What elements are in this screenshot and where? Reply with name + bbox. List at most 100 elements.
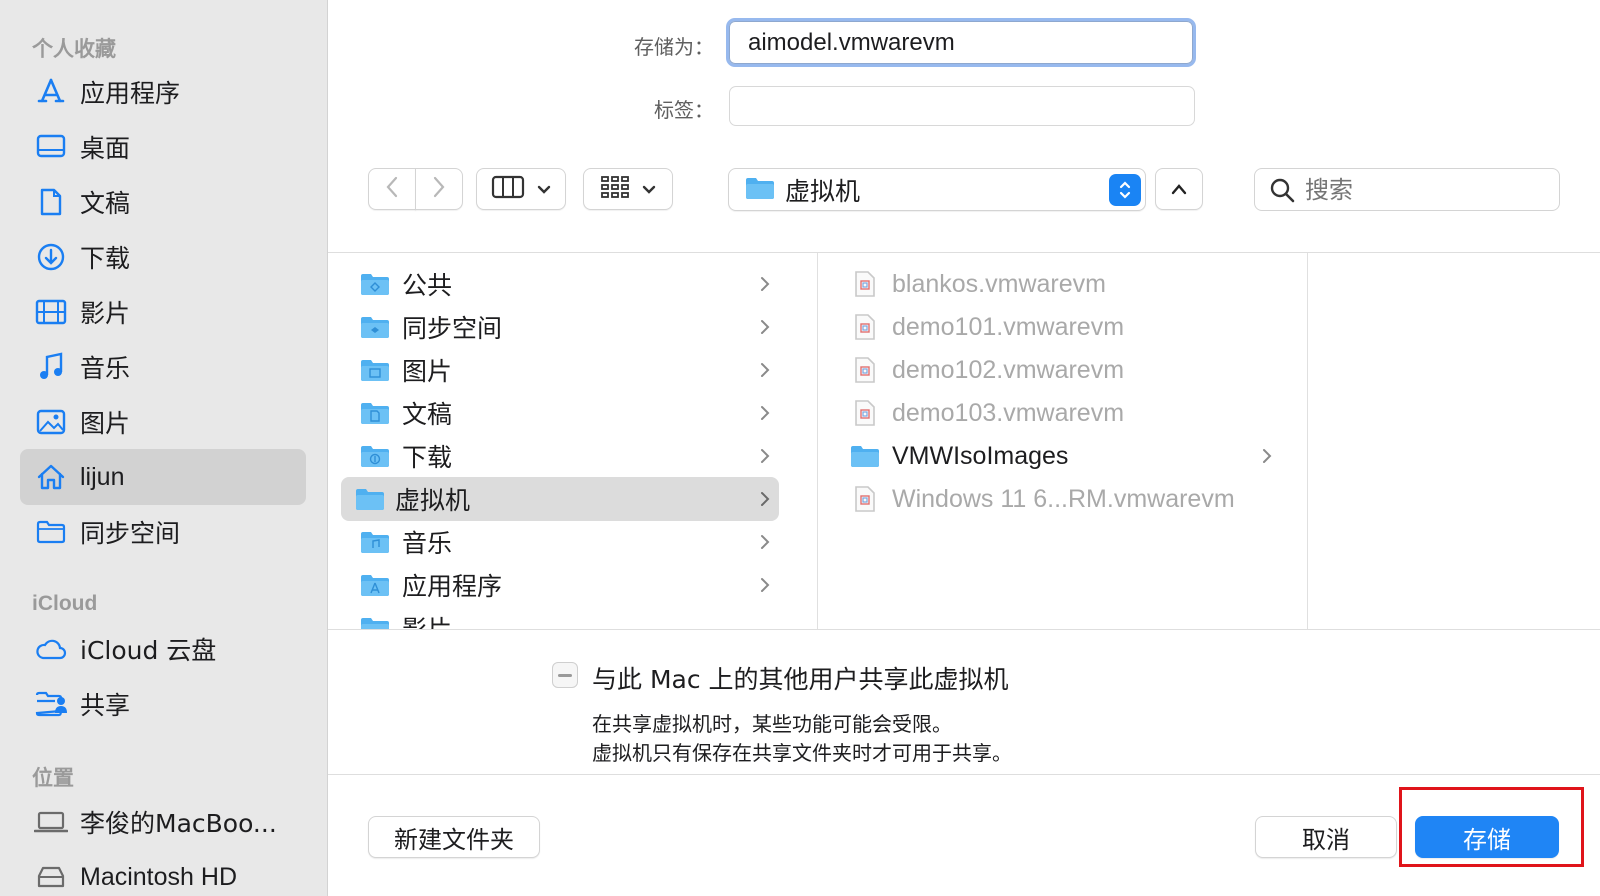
columns-view-icon	[491, 175, 525, 203]
sidebar-item-label: 下载	[80, 244, 131, 273]
share-note-line-2: 虚拟机只有保存在共享文件夹时才可用于共享。	[592, 741, 1012, 765]
list-item-label: blankos.vmwarevm	[892, 269, 1106, 298]
sidebar-item-label: 桌面	[80, 134, 131, 163]
pictures-folder-icon	[360, 357, 390, 383]
save-dialog: 存储为： 标签： 虚拟机 公共	[328, 0, 1600, 896]
sidebar-item-shared[interactable]: 共享	[20, 676, 306, 732]
document-icon	[34, 185, 68, 219]
list-item-label: 公共	[402, 271, 453, 300]
photo-icon	[34, 405, 68, 439]
group-by-button[interactable]	[583, 168, 673, 210]
cloud-icon	[34, 632, 68, 666]
disk-icon	[34, 860, 68, 894]
chevron-right-icon	[758, 532, 772, 552]
list-item-file[interactable]: demo103.vmwarevm	[838, 391, 1288, 435]
list-item-applications[interactable]: 应用程序	[348, 563, 786, 607]
sidebar-item-applications[interactable]: 应用程序	[20, 64, 306, 120]
list-item-pictures[interactable]: 图片	[348, 348, 786, 392]
sync-folder-icon	[360, 314, 390, 340]
sidebar-item-label: 音乐	[80, 354, 131, 383]
sidebar-item-macbook[interactable]: 李俊的MacBoo...	[20, 794, 306, 850]
list-item-label: 文稿	[402, 400, 453, 429]
updown-stepper-icon	[1109, 174, 1141, 206]
chevron-right-icon	[758, 274, 772, 294]
list-item-label: demo102.vmwarevm	[892, 355, 1125, 384]
laptop-icon	[34, 805, 68, 839]
chevron-down-icon	[642, 180, 656, 199]
sidebar-item-label: Macintosh HD	[80, 862, 237, 891]
forward-button[interactable]	[415, 168, 463, 210]
chevron-right-icon	[1260, 446, 1274, 466]
chevron-right-icon	[432, 176, 446, 202]
folder-icon	[34, 515, 68, 549]
vmware-file-icon	[850, 400, 880, 426]
list-item-file[interactable]: blankos.vmwarevm	[838, 262, 1288, 306]
sidebar-item-home[interactable]: lijun	[20, 449, 306, 505]
sidebar: 个人收藏 应用程序 桌面 文稿 下载 影片 音乐 图片 lijun 同步空间 i…	[0, 0, 328, 896]
list-item-label: VMWIsoImages	[892, 441, 1069, 470]
folder-icon	[745, 176, 775, 204]
music-folder-icon	[360, 529, 390, 555]
list-item-public[interactable]: 公共	[348, 262, 786, 306]
tags-input[interactable]	[729, 86, 1195, 126]
save-as-input[interactable]	[729, 21, 1193, 64]
back-button[interactable]	[368, 168, 416, 210]
list-item-file[interactable]: demo101.vmwarevm	[838, 305, 1288, 349]
list-item-label: demo101.vmwarevm	[892, 312, 1125, 341]
sidebar-item-desktop[interactable]: 桌面	[20, 119, 306, 175]
location-popup[interactable]: 虚拟机	[728, 168, 1146, 211]
search-field[interactable]	[1254, 168, 1560, 211]
sidebar-item-music[interactable]: 音乐	[20, 339, 306, 395]
browser-column-home: 公共 同步空间 图片 文稿 下载 虚拟机 音乐 应用程序 影片	[328, 253, 818, 630]
chevron-up-icon	[1171, 180, 1187, 199]
sidebar-section-locations: 位置	[32, 766, 74, 790]
tags-label: 标签：	[654, 98, 714, 122]
sidebar-item-downloads[interactable]: 下载	[20, 229, 306, 285]
share-note-line-1: 在共享虚拟机时，某些功能可能会受限。	[592, 712, 952, 736]
view-mode-columns-button[interactable]	[476, 168, 566, 210]
cancel-button[interactable]: 取消	[1255, 816, 1397, 858]
list-item-file[interactable]: demo102.vmwarevm	[838, 348, 1288, 392]
download-icon	[34, 240, 68, 274]
shared-folder-icon	[34, 687, 68, 721]
list-item-label: 同步空间	[402, 314, 503, 343]
sidebar-section-icloud: iCloud	[32, 592, 98, 615]
sidebar-item-label: 李俊的MacBoo...	[80, 809, 277, 838]
chevron-right-icon	[758, 446, 772, 466]
list-item-music[interactable]: 音乐	[348, 520, 786, 564]
list-item-file[interactable]: Windows 11 6...RM.vmwarevm	[838, 477, 1288, 521]
list-item-virtual-machines[interactable]: 虚拟机	[341, 477, 779, 521]
chevron-right-icon	[758, 575, 772, 595]
chevron-right-icon	[758, 403, 772, 423]
sidebar-item-pictures[interactable]: 图片	[20, 394, 306, 450]
share-checkbox[interactable]	[552, 662, 578, 688]
sidebar-item-documents[interactable]: 文稿	[20, 174, 306, 230]
new-folder-button[interactable]: 新建文件夹	[368, 816, 540, 858]
expand-collapse-button[interactable]	[1155, 168, 1203, 210]
chevron-right-icon	[758, 317, 772, 337]
list-item-downloads[interactable]: 下载	[348, 434, 786, 478]
list-item-label: 影片	[402, 615, 453, 630]
list-item-documents[interactable]: 文稿	[348, 391, 786, 435]
sidebar-item-label: 同步空间	[80, 519, 181, 548]
sidebar-item-sync-space[interactable]: 同步空间	[20, 504, 306, 560]
film-icon	[34, 295, 68, 329]
list-item-label: 图片	[402, 357, 453, 386]
sidebar-item-macintosh-hd[interactable]: Macintosh HD	[20, 849, 306, 896]
chevron-right-icon	[758, 360, 772, 380]
sidebar-item-label: iCloud 云盘	[80, 636, 217, 665]
sidebar-section-favorites: 个人收藏	[32, 37, 116, 61]
vmware-file-icon	[850, 357, 880, 383]
sidebar-item-movies[interactable]: 影片	[20, 284, 306, 340]
list-item-folder[interactable]: VMWIsoImages	[838, 434, 1288, 478]
list-item-sync-space[interactable]: 同步空间	[348, 305, 786, 349]
sidebar-item-icloud-drive[interactable]: iCloud 云盘	[20, 621, 306, 677]
list-item-label: 虚拟机	[395, 486, 471, 515]
sidebar-item-label: 文稿	[80, 189, 131, 218]
search-input[interactable]	[1305, 175, 1525, 204]
list-item-label: 下载	[402, 443, 453, 472]
list-item-label: Windows 11 6...RM.vmwarevm	[892, 484, 1235, 513]
list-item-movies[interactable]: 影片	[348, 606, 786, 630]
home-icon	[34, 460, 68, 494]
public-folder-icon	[360, 271, 390, 297]
